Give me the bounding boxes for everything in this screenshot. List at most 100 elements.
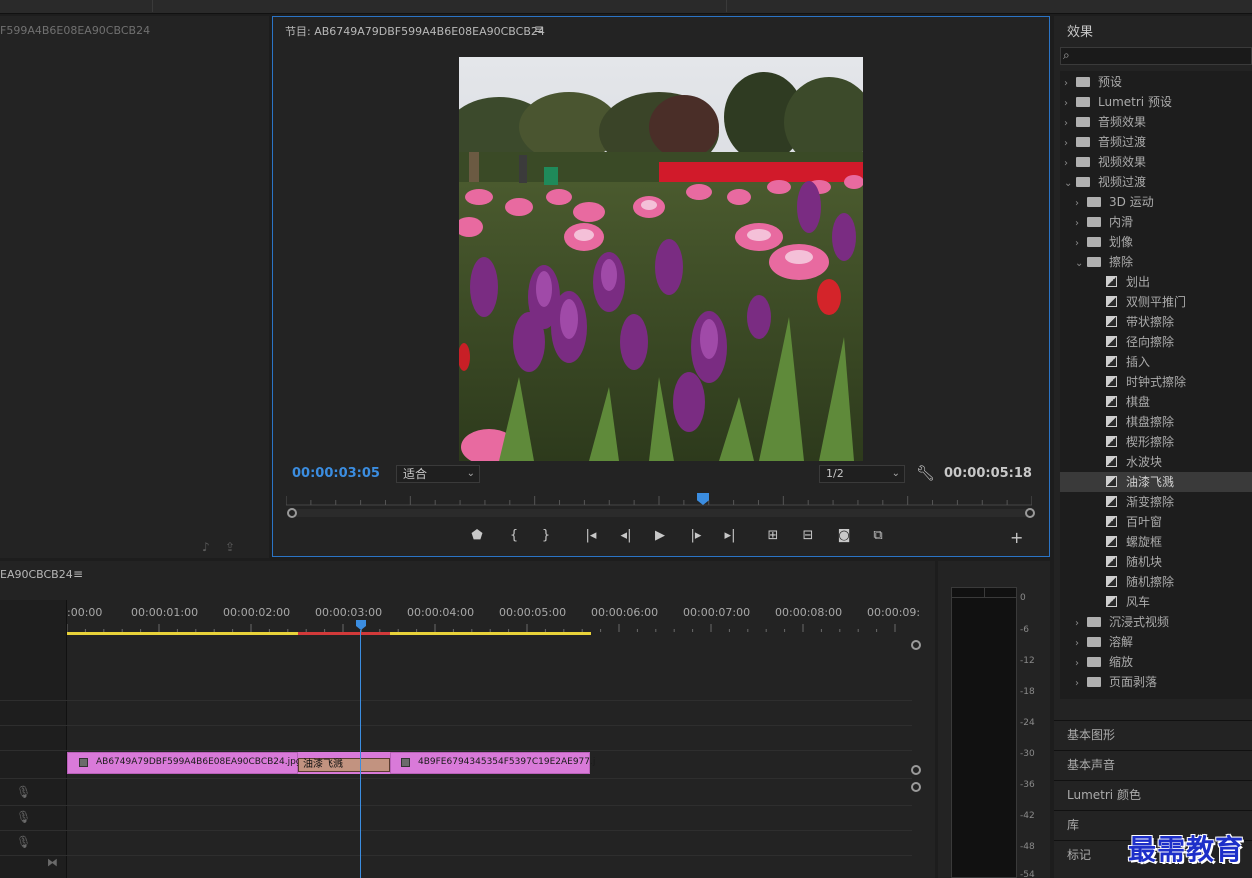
chevron-right-icon[interactable]: › (1064, 114, 1076, 134)
effects-tree-item[interactable]: 划出 (1060, 272, 1252, 292)
timeline-menu-icon[interactable]: ≡ (73, 567, 83, 581)
chevron-right-icon[interactable]: › (1064, 74, 1076, 94)
mic-icon[interactable]: 🎙︎ (16, 835, 31, 849)
scroll-handle[interactable] (911, 765, 921, 775)
effects-tree-item[interactable]: 双侧平推门 (1060, 292, 1252, 312)
chevron-right-icon[interactable]: › (1075, 214, 1087, 234)
panel-essential-sound[interactable]: 基本声音 (1054, 750, 1252, 778)
transition-effect[interactable]: 油漆飞溅 (298, 758, 390, 772)
video-clip-a[interactable]: AB6749A79DBF599A4B6E08EA90CBCB24.jpg (67, 752, 302, 774)
go-to-out-button[interactable]: ▸| (720, 528, 740, 543)
chevron-right-icon[interactable]: › (1075, 194, 1087, 214)
effects-tree-item[interactable]: › 划像 (1060, 232, 1252, 252)
effects-tree-item[interactable]: 油漆飞溅 (1060, 472, 1252, 492)
resolution-value: 1/2 (826, 467, 844, 480)
effects-tree-item[interactable]: 楔形擦除 (1060, 432, 1252, 452)
chevron-right-icon[interactable]: › (1075, 614, 1087, 634)
timeline-tick-label: 00:00:04:00 (407, 606, 475, 619)
scroll-handle[interactable] (911, 782, 921, 792)
effects-tree-item[interactable]: › 沉浸式视频 (1060, 612, 1252, 632)
mic-icon[interactable]: 🎙︎ (16, 785, 31, 799)
panel-menu-icon[interactable]: ≡ (534, 22, 544, 36)
effects-tree-item[interactable]: › 预设 (1060, 72, 1252, 92)
effects-tree-item[interactable]: › 音频过渡 (1060, 132, 1252, 152)
chevron-right-icon[interactable]: › (1064, 134, 1076, 154)
transition-effect-icon (1106, 396, 1117, 407)
transition-effect-icon (1106, 436, 1117, 447)
scroll-handle-right[interactable] (1025, 508, 1035, 518)
effects-tree-item[interactable]: › 溶解 (1060, 632, 1252, 652)
timeline-vertical-scrollbar[interactable] (911, 640, 923, 878)
program-monitor-title[interactable]: 节目: AB6749A79DBF599A4B6E08EA90CBCB24 (285, 23, 545, 39)
program-time-ruler[interactable] (286, 494, 1032, 506)
chevron-right-icon[interactable]: › (1075, 654, 1087, 674)
mic-icon[interactable]: 🎙︎ (16, 810, 31, 824)
scroll-handle-top[interactable] (911, 640, 921, 650)
extract-button[interactable]: ⊟ (798, 528, 818, 543)
folder-icon (1087, 257, 1101, 267)
timeline-tick-label: 00:00:03:00 (315, 606, 383, 619)
settings-wrench-icon[interactable]: 🔧︎ (916, 464, 935, 482)
step-forward-button[interactable]: |▸ (686, 528, 706, 543)
effects-tree-item[interactable]: › 3D 运动 (1060, 192, 1252, 212)
chevron-down-icon[interactable]: ⌄ (1064, 174, 1076, 194)
add-marker-button[interactable]: ⬟ (467, 528, 487, 543)
scroll-handle-left[interactable] (287, 508, 297, 518)
chevron-down-icon[interactable]: ⌄ (1075, 254, 1087, 274)
effects-tree-item[interactable]: 水波块 (1060, 452, 1252, 472)
export-icon[interactable]: ⇪ (225, 540, 235, 554)
folder-icon (1076, 117, 1090, 127)
current-timecode[interactable]: 00:00:03:05 (292, 466, 380, 481)
chevron-right-icon[interactable]: › (1075, 634, 1087, 654)
effects-tree-item[interactable]: 插入 (1060, 352, 1252, 372)
mark-in-button[interactable]: { (504, 528, 524, 543)
effects-tree-item[interactable]: 螺旋框 (1060, 532, 1252, 552)
chevron-right-icon[interactable]: › (1075, 674, 1087, 694)
effects-tree-item[interactable]: 随机块 (1060, 552, 1252, 572)
timeline-title[interactable]: EA90CBCB24 (0, 568, 73, 581)
step-back-button[interactable]: ◂| (616, 528, 636, 543)
effects-tree-item[interactable]: 百叶窗 (1060, 512, 1252, 532)
db-label: -48 (1020, 842, 1035, 852)
mark-out-button[interactable]: } (536, 528, 556, 543)
effects-tree-item[interactable]: 带状擦除 (1060, 312, 1252, 332)
effects-tree-label: 视频效果 (1098, 155, 1147, 169)
lift-button[interactable]: ⊞ (763, 528, 783, 543)
chevron-right-icon[interactable]: › (1064, 154, 1076, 174)
effects-tree-item[interactable]: 径向擦除 (1060, 332, 1252, 352)
effects-tree-item[interactable]: › 缩放 (1060, 652, 1252, 672)
export-frame-camera-icon[interactable]: ◙ (834, 528, 854, 543)
effects-tree-item[interactable]: ⌄ 视频过渡 (1060, 172, 1252, 192)
effects-tree-item[interactable]: › Lumetri 预设 (1060, 92, 1252, 112)
zoom-fit-dropdown[interactable]: 适合 ⌄ (396, 465, 480, 483)
button-editor-add-icon[interactable]: + (1010, 528, 1023, 547)
source-monitor-panel[interactable] (0, 16, 269, 558)
effects-tree-item[interactable]: 渐变擦除 (1060, 492, 1252, 512)
render-bar-rendered (67, 632, 298, 635)
playback-resolution-dropdown[interactable]: 1/2 ⌄ (819, 465, 905, 483)
play-button[interactable]: ▶ (650, 528, 670, 543)
effects-tree-item[interactable]: › 内滑 (1060, 212, 1252, 232)
timeline-tick-label: 00:00:01:00 (131, 606, 199, 619)
effects-tree-item[interactable]: 棋盘擦除 (1060, 412, 1252, 432)
effects-tree-item[interactable]: 随机擦除 (1060, 572, 1252, 592)
collapse-tracks-icon[interactable]: ⧓ (47, 856, 58, 869)
effects-tree-item[interactable]: ⌄ 擦除 (1060, 252, 1252, 272)
effects-tree-item[interactable]: › 视频效果 (1060, 152, 1252, 172)
video-clip-b[interactable]: 4B9FE6794345354F5397C19E2AE977.j (390, 752, 595, 774)
effects-tree-item[interactable]: 棋盘 (1060, 392, 1252, 412)
effects-tree-item[interactable]: 时钟式擦除 (1060, 372, 1252, 392)
effects-tree-item[interactable]: › 页面剥落 (1060, 672, 1252, 692)
effects-panel-title[interactable]: 效果 (1067, 21, 1093, 40)
effects-tree-item[interactable]: › 音频效果 (1060, 112, 1252, 132)
effects-search-input[interactable] (1060, 47, 1252, 65)
go-to-in-button[interactable]: |◂ (581, 528, 601, 543)
effects-tree-item[interactable]: 风车 (1060, 592, 1252, 612)
compare-view-button[interactable]: ⧉ (868, 528, 888, 543)
program-zoom-scrollbar[interactable] (287, 508, 1035, 518)
audio-insert-icon[interactable]: ♪ (202, 540, 210, 554)
panel-essential-graphics[interactable]: 基本图形 (1054, 720, 1252, 748)
panel-lumetri-color[interactable]: Lumetri 颜色 (1054, 780, 1252, 808)
chevron-right-icon[interactable]: › (1064, 94, 1076, 114)
chevron-right-icon[interactable]: › (1075, 234, 1087, 254)
